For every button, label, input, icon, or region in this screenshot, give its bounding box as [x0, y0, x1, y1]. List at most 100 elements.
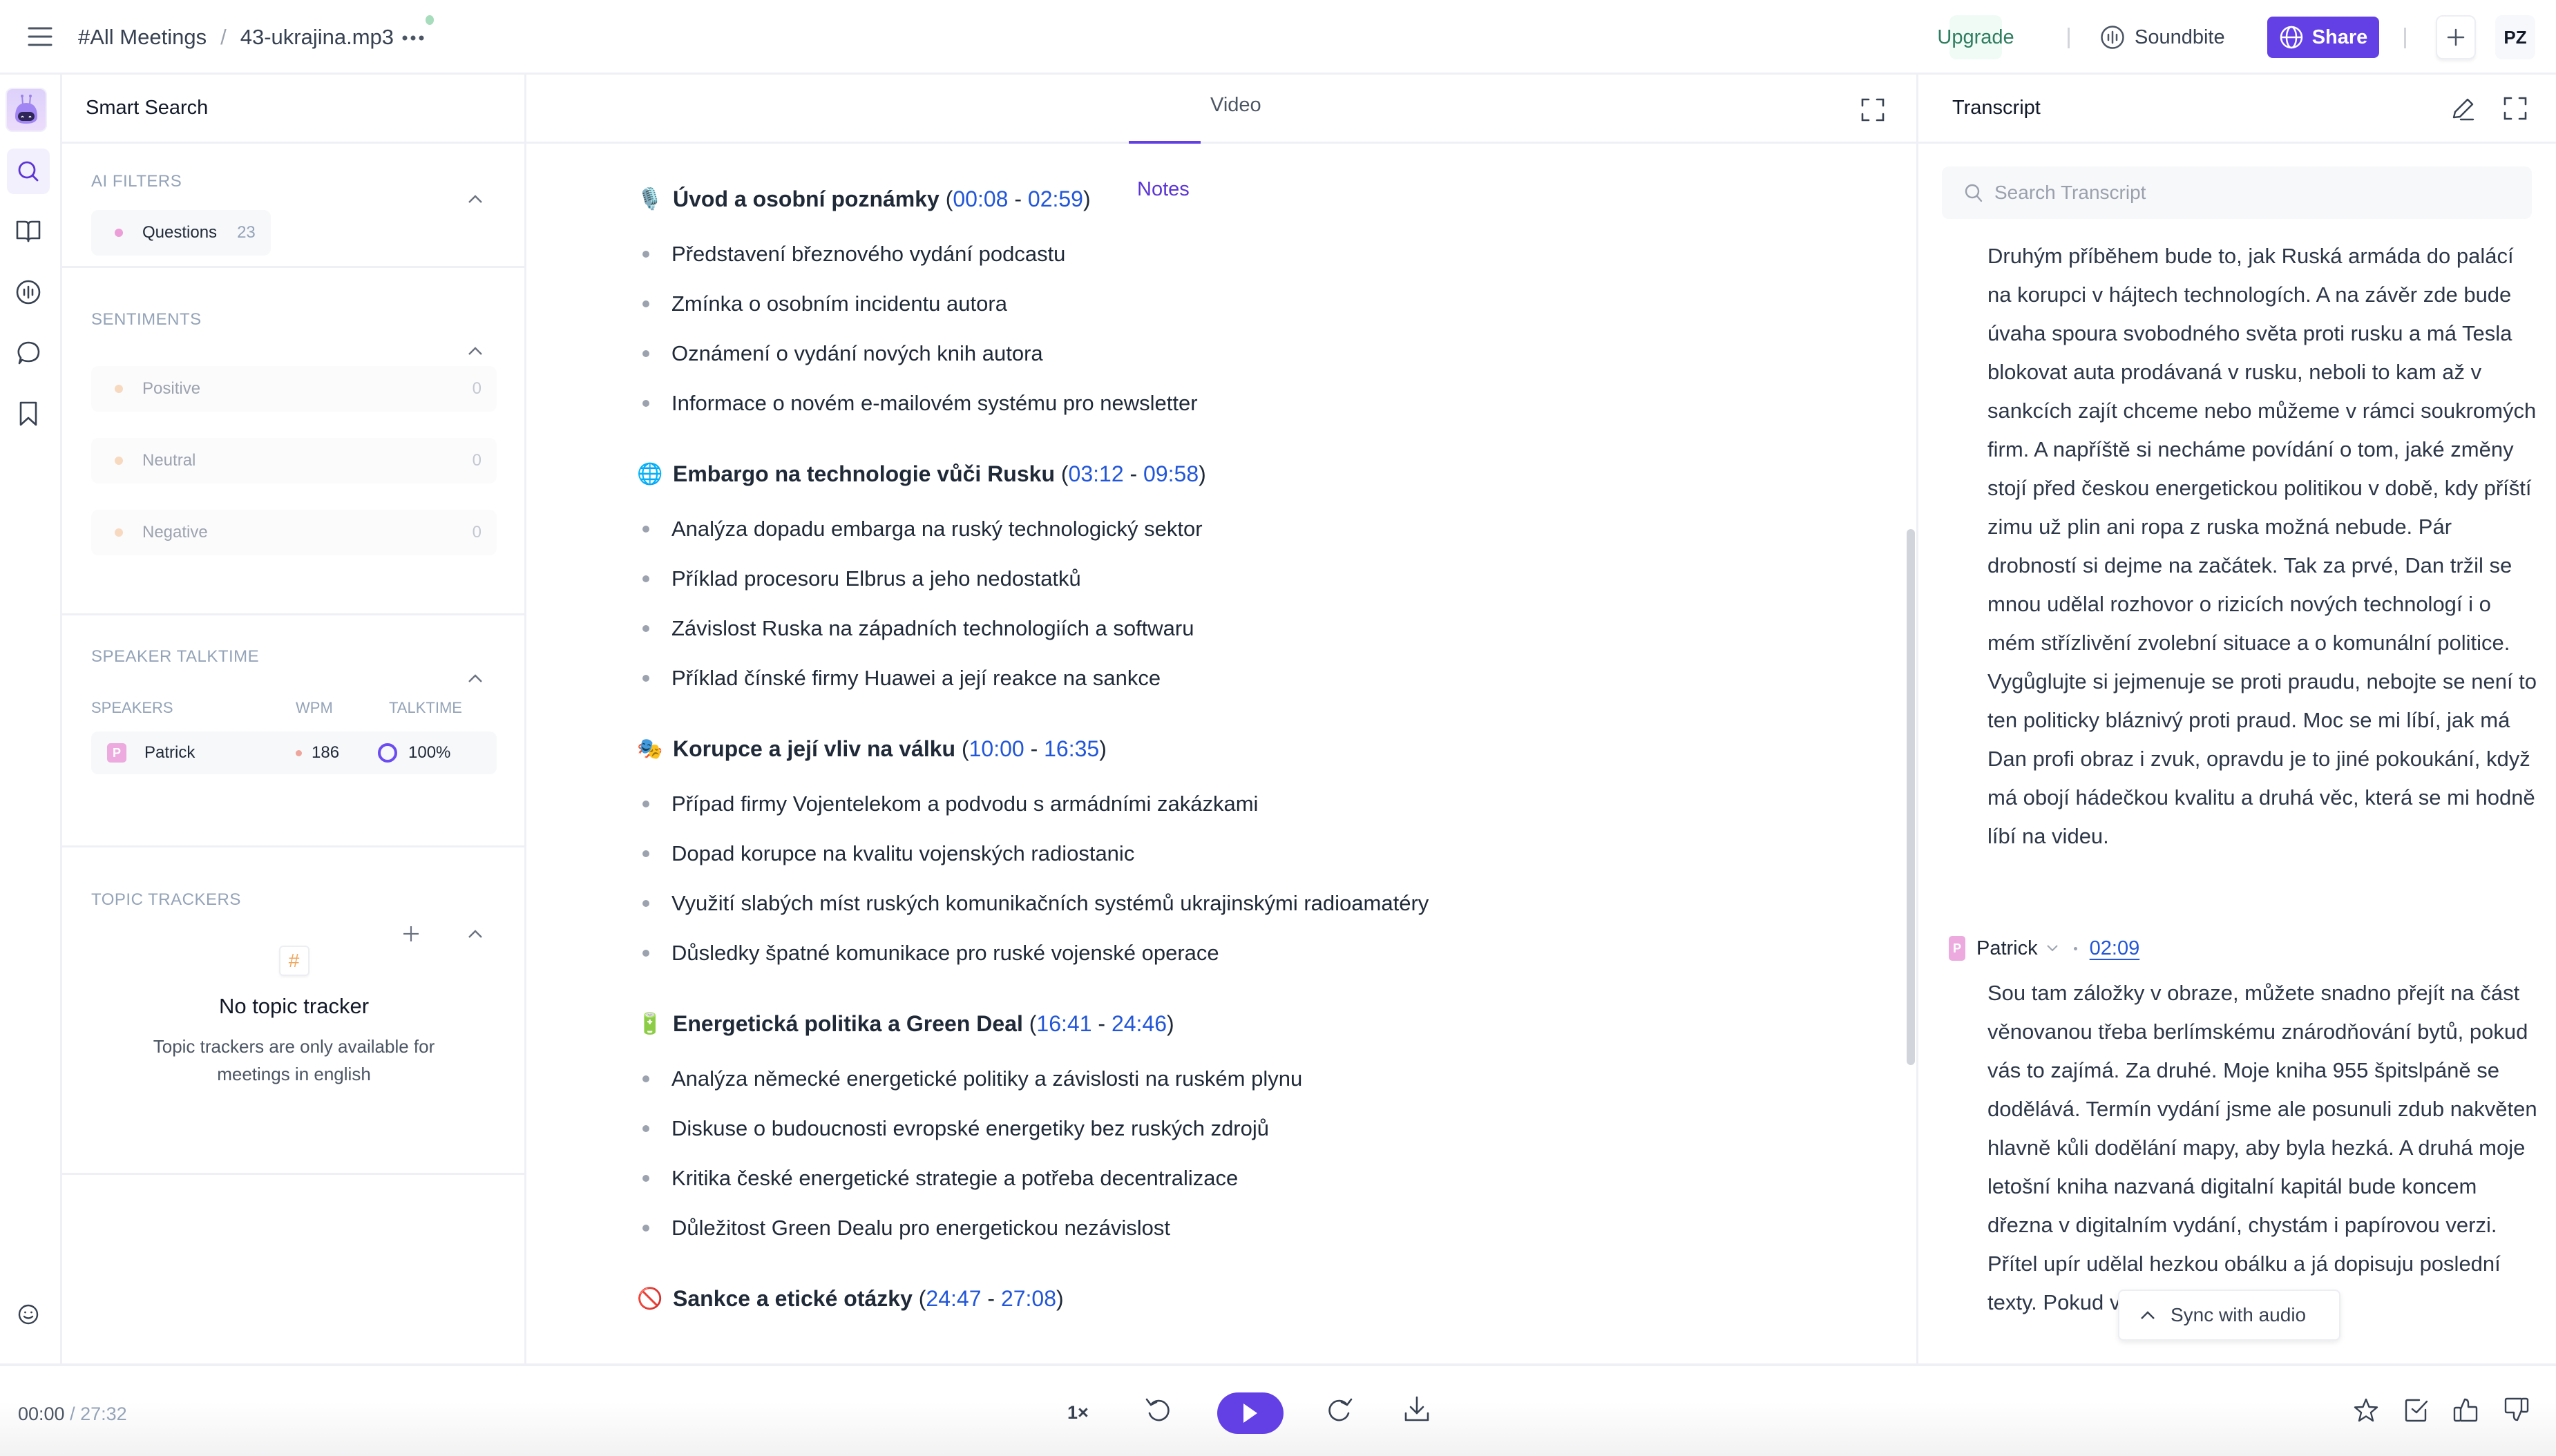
note-bullet[interactable]: Důležitost Green Dealu pro energetickou …	[637, 1203, 1880, 1253]
section-end-timestamp[interactable]: 02:59	[1028, 186, 1083, 212]
note-bullet[interactable]: Závislost Ruska na západních technologií…	[637, 604, 1880, 653]
fullscreen-icon[interactable]	[1861, 98, 1885, 122]
note-bullet-list: Případ firmy Vojentelekom a podvodu s ar…	[637, 779, 1880, 978]
upgrade-button[interactable]: Upgrade	[1937, 15, 2014, 59]
breadcrumb-separator: /	[220, 25, 227, 49]
speaker-row[interactable]: P Patrick 186 100%	[91, 731, 497, 774]
range-dash: -	[1024, 736, 1045, 761]
fast-forward-icon[interactable]	[1326, 1395, 1354, 1426]
note-bullet[interactable]: Diskuse o budoucnosti evropské energetik…	[637, 1104, 1880, 1153]
notes-scrollbar[interactable]	[1907, 529, 1915, 1065]
section-end-timestamp[interactable]: 09:58	[1143, 461, 1199, 487]
note-bullet[interactable]: Využití slabých míst ruských komunikační…	[637, 879, 1880, 928]
edit-pencil-icon[interactable]	[2451, 97, 2476, 122]
soundbite-button[interactable]: Soundbite	[2100, 15, 2225, 59]
note-bullet[interactable]: Oznámení o vydání nových knih autora	[637, 329, 1880, 379]
color-dot	[115, 229, 123, 237]
chevron-up-icon[interactable]	[468, 673, 483, 683]
checkbox-icon[interactable]	[2404, 1398, 2429, 1423]
sentiment-negative[interactable]: Negative 0	[91, 510, 497, 555]
section-start-timestamp[interactable]: 24:47	[926, 1286, 981, 1312]
note-bullet[interactable]: Příklad procesoru Elbrus a jeho nedostat…	[637, 554, 1880, 604]
chevron-up-icon[interactable]	[468, 929, 483, 939]
play-icon	[1242, 1402, 1259, 1424]
rail-notes-button[interactable]	[7, 209, 50, 254]
playback-time: 00:00 / 27:32	[18, 1404, 127, 1425]
sync-with-audio-button[interactable]: Sync with audio	[2118, 1290, 2340, 1341]
chevron-up-icon[interactable]	[468, 194, 483, 204]
chevron-down-icon[interactable]	[2046, 944, 2059, 952]
note-bullet[interactable]: Zmínka o osobním incidentu autora	[637, 279, 1880, 329]
chevron-up-icon[interactable]	[468, 346, 483, 356]
sentiment-label: Negative	[142, 523, 208, 542]
note-bullet[interactable]: Důsledky špatné komunikace pro ruské voj…	[637, 928, 1880, 978]
section-start-timestamp[interactable]: 03:12	[1069, 461, 1124, 487]
soundbite-label: Soundbite	[2135, 26, 2225, 48]
star-icon[interactable]	[2353, 1398, 2379, 1423]
rewind-icon[interactable]	[1144, 1395, 1172, 1426]
rail-search-button[interactable]	[7, 149, 50, 194]
section-end-timestamp[interactable]: 16:35	[1044, 736, 1099, 762]
sentiment-label: Neutral	[142, 451, 196, 470]
section-emoji-icon: 🔋	[637, 1012, 663, 1035]
section-start-timestamp[interactable]: 10:00	[969, 736, 1024, 762]
bookmark-icon	[18, 401, 39, 427]
speaker-timestamp[interactable]: 02:09	[2090, 937, 2140, 960]
playback-speed-button[interactable]: 1×	[1067, 1402, 1089, 1424]
speaker-table-header: SPEAKERS WPM TALKTIME	[91, 694, 497, 722]
fullscreen-icon[interactable]	[2503, 97, 2527, 120]
user-avatar[interactable]: PZ	[2495, 15, 2535, 59]
thumbs-down-icon[interactable]	[2503, 1397, 2530, 1423]
rail-comments-button[interactable]	[7, 330, 50, 376]
note-bullet[interactable]: Představení březnového vydání podcastu	[637, 229, 1880, 279]
rail-bookmarks-button[interactable]	[7, 391, 50, 437]
note-bullet[interactable]: Příklad čínské firmy Huawei a její reakc…	[637, 653, 1880, 703]
thumbs-up-icon[interactable]	[2452, 1397, 2479, 1423]
sentiment-positive[interactable]: Positive 0	[91, 366, 497, 412]
range-dash: -	[981, 1285, 1001, 1311]
talktime-ring	[376, 742, 399, 764]
note-bullet[interactable]: Dopad korupce na kvalitu vojenských radi…	[637, 829, 1880, 879]
note-bullet[interactable]: Případ firmy Vojentelekom a podvodu s ar…	[637, 779, 1880, 829]
tab-video[interactable]: Video	[1210, 94, 1261, 117]
section-start-timestamp[interactable]: 00:08	[953, 186, 1008, 212]
active-tab-indicator	[1129, 141, 1201, 144]
rail-soundbites-button[interactable]	[7, 269, 50, 315]
note-bullet-list: Představení březnového vydání podcastu Zm…	[637, 229, 1880, 428]
paren-open: (	[939, 186, 953, 211]
tab-bar: Notes Video	[526, 75, 1916, 200]
note-bullet[interactable]: Kritika české energetické strategie a po…	[637, 1153, 1880, 1203]
transcript-speaker: P Patrick 02:09	[1949, 933, 2139, 964]
transcript-header: Transcript	[1918, 75, 2556, 144]
feedback-button[interactable]	[7, 1292, 50, 1337]
note-bullet-list: Analýza dopadu embarga na ruský technolo…	[637, 504, 1880, 703]
more-options-icon[interactable]	[399, 26, 427, 47]
note-bullet[interactable]: Analýza německé energetické politiky a z…	[637, 1054, 1880, 1104]
add-topic-tracker-icon[interactable]	[402, 925, 420, 943]
paren-open: (	[1054, 461, 1069, 486]
filter-questions[interactable]: Questions 23	[91, 210, 271, 256]
add-button[interactable]	[2436, 15, 2476, 59]
section-end-timestamp[interactable]: 27:08	[1001, 1286, 1056, 1312]
note-bullet[interactable]: Analýza dopadu embarga na ruský technolo…	[637, 504, 1880, 554]
smiley-icon	[17, 1303, 39, 1325]
paren-open: (	[955, 736, 969, 761]
soundwave-icon	[15, 279, 41, 305]
smart-search-bot-button[interactable]	[6, 88, 47, 132]
transcript-paragraph[interactable]: Druhým příběhem bude to, jak Ruská armád…	[1987, 237, 2540, 856]
section-end-timestamp[interactable]: 24:46	[1112, 1011, 1167, 1037]
section-emoji-icon: 🎭	[637, 737, 663, 760]
transcript-search-input[interactable]	[1994, 182, 2478, 204]
play-button[interactable]	[1217, 1392, 1284, 1434]
note-bullet[interactable]: Informace o novém e-mailovém systému pro…	[637, 379, 1880, 428]
section-start-timestamp[interactable]: 16:41	[1036, 1011, 1091, 1037]
paren-close: )	[1199, 461, 1206, 486]
sentiment-neutral[interactable]: Neutral 0	[91, 438, 497, 483]
breadcrumb-all-meetings[interactable]: #All Meetings	[78, 25, 207, 50]
transcript-search	[1942, 166, 2532, 219]
share-button[interactable]: Share	[2267, 17, 2379, 58]
download-icon[interactable]	[1404, 1395, 1430, 1423]
menu-icon[interactable]	[26, 25, 54, 48]
wpm-dot	[296, 749, 302, 756]
speaker-name[interactable]: Patrick	[1976, 937, 2038, 960]
